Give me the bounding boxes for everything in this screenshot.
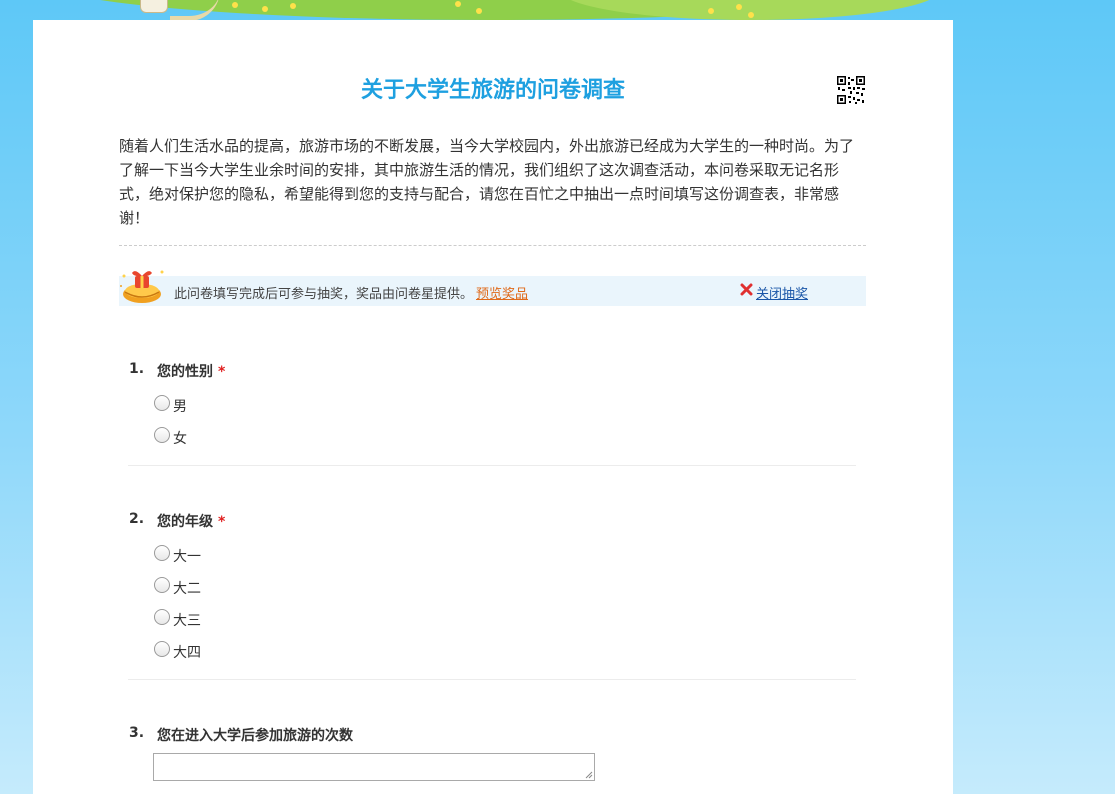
option-label: 女 (173, 431, 187, 447)
flower-decoration (736, 4, 742, 10)
radio-button[interactable] (154, 545, 170, 561)
flower-decoration (708, 8, 714, 14)
radio-button[interactable] (154, 427, 170, 443)
survey-intro: 随着人们生活水品的提高，旅游市场的不断发展，当今大学校园内，外出旅游已经成为大学… (119, 137, 855, 227)
radio-button[interactable] (154, 577, 170, 593)
resize-grip-icon[interactable] (585, 771, 593, 779)
required-mark: * (218, 514, 226, 530)
radio-button[interactable] (154, 609, 170, 625)
option-label: 大二 (173, 581, 201, 597)
flower-decoration (748, 12, 754, 18)
close-lottery-link[interactable]: 关闭抽奖 (756, 283, 808, 302)
question-title-text: 您在进入大学后参加旅游的次数 (157, 728, 353, 744)
question-number: 2. (129, 511, 145, 527)
flower-decoration (262, 6, 268, 12)
close-x-icon[interactable] (740, 283, 753, 296)
intro-divider (119, 245, 866, 246)
question-title: 您在进入大学后参加旅游的次数 (157, 725, 353, 745)
flower-decoration (290, 3, 296, 9)
background-hut (140, 0, 168, 13)
qr-code-icon[interactable] (836, 75, 866, 105)
required-mark: * (218, 364, 226, 380)
question-title: 您的年级 * (157, 511, 225, 531)
flower-decoration (232, 2, 238, 8)
lottery-gift-icon (120, 270, 164, 303)
option-label: 男 (173, 399, 187, 415)
radio-button[interactable] (154, 395, 170, 411)
question-title-text: 您的性别 (157, 364, 213, 380)
preview-prize-link[interactable]: 预览奖品 (476, 283, 528, 302)
flower-decoration (476, 8, 482, 14)
question-title-text: 您的年级 (157, 514, 213, 530)
answer-textarea[interactable] (153, 753, 595, 781)
question-number: 3. (129, 725, 145, 741)
question-divider (128, 679, 856, 680)
option-label: 大一 (173, 549, 201, 565)
flower-decoration (455, 1, 461, 7)
lottery-notice-text: 此问卷填写完成后可参与抽奖，奖品由问卷星提供。 (174, 287, 474, 302)
page-title: 关于大学生旅游的问卷调查 (360, 78, 625, 103)
option-label: 大四 (173, 645, 201, 661)
option-label: 大三 (173, 613, 201, 629)
question-number: 1. (129, 361, 145, 377)
question-title: 您的性别 * (157, 361, 225, 381)
question-divider (128, 465, 856, 466)
radio-button[interactable] (154, 641, 170, 657)
